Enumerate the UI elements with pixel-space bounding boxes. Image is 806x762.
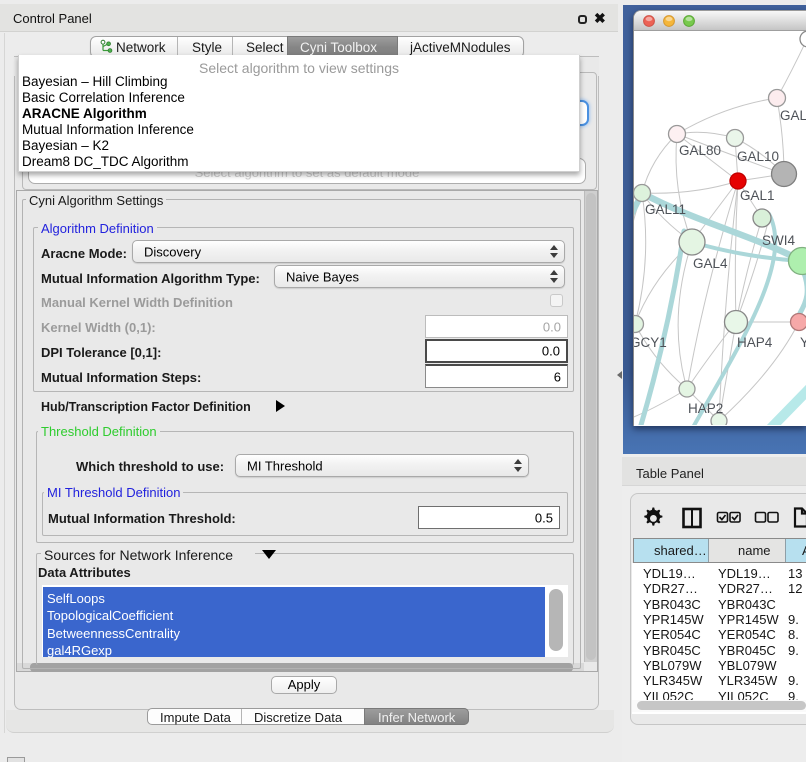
svg-text:Y: Y — [800, 335, 806, 350]
svg-text:GCY1: GCY1 — [634, 335, 667, 350]
svg-text:HAP4: HAP4 — [737, 335, 773, 350]
svg-text:GAL10: GAL10 — [737, 149, 779, 164]
svg-text:HAP2: HAP2 — [688, 401, 723, 416]
svg-text:SWI4: SWI4 — [762, 233, 795, 248]
svg-text:GAL4: GAL4 — [693, 256, 728, 271]
svg-text:GAL80: GAL80 — [679, 143, 721, 158]
svg-text:GAL11: GAL11 — [645, 202, 686, 217]
svg-text:GAL1: GAL1 — [740, 188, 775, 203]
svg-text:GAL7: GAL7 — [780, 108, 806, 123]
